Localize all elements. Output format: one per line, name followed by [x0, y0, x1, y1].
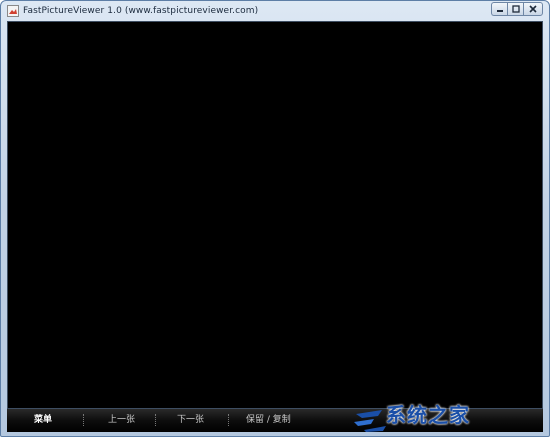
menu-button[interactable]: 菜单 — [34, 414, 52, 426]
window-controls — [491, 2, 543, 17]
image-viewport[interactable] — [7, 21, 543, 409]
close-icon — [529, 5, 537, 13]
minimize-icon — [496, 10, 503, 12]
keep-copy-button[interactable]: 保留 / 复制 — [246, 414, 291, 426]
title-bar[interactable]: FastPictureViewer 1.0 (www.fastpicturevi… — [1, 1, 549, 21]
app-window: FastPictureViewer 1.0 (www.fastpicturevi… — [0, 0, 550, 437]
toolbar-separator — [155, 414, 157, 426]
toolbar-separator — [228, 414, 230, 426]
window-title: FastPictureViewer 1.0 (www.fastpicturevi… — [23, 6, 259, 16]
minimize-button[interactable] — [491, 2, 507, 16]
app-icon — [7, 5, 19, 17]
watermark: 系统之家 — [352, 402, 542, 432]
maximize-button[interactable] — [507, 2, 523, 16]
toolbar-separator — [83, 414, 85, 426]
previous-button[interactable]: 上一张 — [108, 414, 135, 426]
close-button[interactable] — [523, 2, 543, 16]
watermark-text: 系统之家 — [386, 403, 470, 427]
watermark-logo-icon — [354, 410, 386, 432]
next-button[interactable]: 下一张 — [177, 414, 204, 426]
maximize-icon — [511, 5, 520, 13]
